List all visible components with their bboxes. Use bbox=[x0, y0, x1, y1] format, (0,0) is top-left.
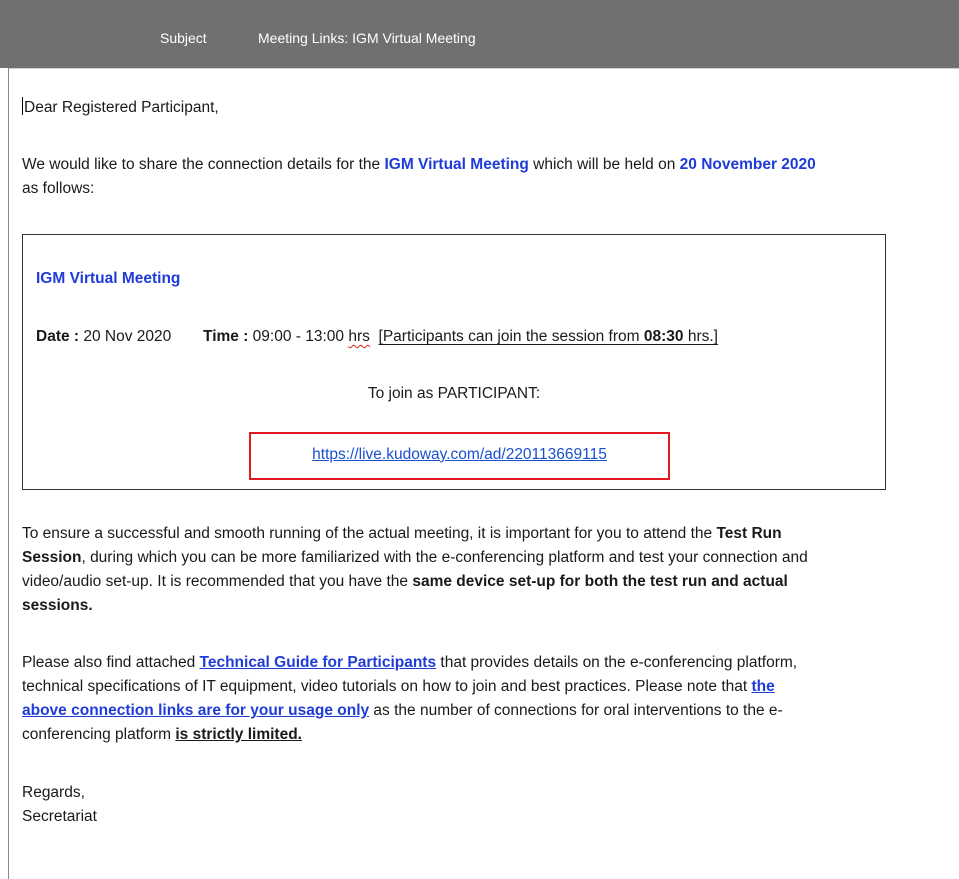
para3-line-2: technical specifications of IT equipment… bbox=[22, 678, 775, 695]
email-body[interactable]: Dear Registered Participant, We would li… bbox=[8, 68, 959, 879]
meeting-name: IGM Virtual Meeting bbox=[384, 156, 529, 173]
para3-line-3: above connection links are for your usag… bbox=[22, 702, 783, 719]
link-highlight-box: https://live.kudoway.com/ad/220113669115 bbox=[249, 432, 670, 480]
participant-join-link[interactable]: https://live.kudoway.com/ad/220113669115 bbox=[251, 446, 668, 464]
spelling-marked-word: hrs bbox=[348, 328, 370, 345]
para2-line-1: To ensure a successful and smooth runnin… bbox=[22, 525, 782, 542]
subject-value: Meeting Links: IGM Virtual Meeting bbox=[258, 30, 476, 46]
box-title: IGM Virtual Meeting bbox=[36, 270, 181, 287]
greeting: Dear Registered Participant, bbox=[22, 97, 219, 116]
join-early-note: [Participants can join the session from … bbox=[378, 328, 718, 345]
strictly-limited-text: is strictly limited. bbox=[175, 726, 302, 743]
para3-line-4: conferencing platform is strictly limite… bbox=[22, 726, 302, 743]
usage-note-link-part-2[interactable]: above connection links are for your usag… bbox=[22, 702, 369, 719]
para2-line-3: video/audio set-up. It is recommended th… bbox=[22, 573, 788, 590]
meeting-details-box: IGM Virtual Meeting Date : 20 Nov 2020 T… bbox=[22, 234, 886, 490]
subject-label: Subject bbox=[160, 30, 207, 46]
text-cursor bbox=[22, 97, 23, 115]
usage-note-link-part-1[interactable]: the bbox=[752, 678, 775, 695]
date-line: Date : 20 Nov 2020 bbox=[36, 328, 172, 345]
signature: Secretariat bbox=[22, 808, 97, 825]
intro-line-1: We would like to share the connection de… bbox=[22, 156, 816, 173]
para2-line-2: Session, during which you can be more fa… bbox=[22, 549, 808, 566]
join-label: To join as PARTICIPANT: bbox=[367, 385, 541, 402]
para2-line-4: sessions. bbox=[22, 597, 93, 614]
time-line: Time : 09:00 - 13:00 hrs [Participants c… bbox=[203, 328, 718, 345]
closing: Regards, bbox=[22, 784, 85, 801]
technical-guide-link[interactable]: Technical Guide for Participants bbox=[200, 654, 437, 671]
para3-line-1: Please also find attached Technical Guid… bbox=[22, 654, 798, 671]
intro-line-2: as follows: bbox=[22, 180, 95, 197]
subject-bar: Subject Meeting Links: IGM Virtual Meeti… bbox=[0, 0, 959, 68]
meeting-date: 20 November 2020 bbox=[679, 156, 816, 173]
